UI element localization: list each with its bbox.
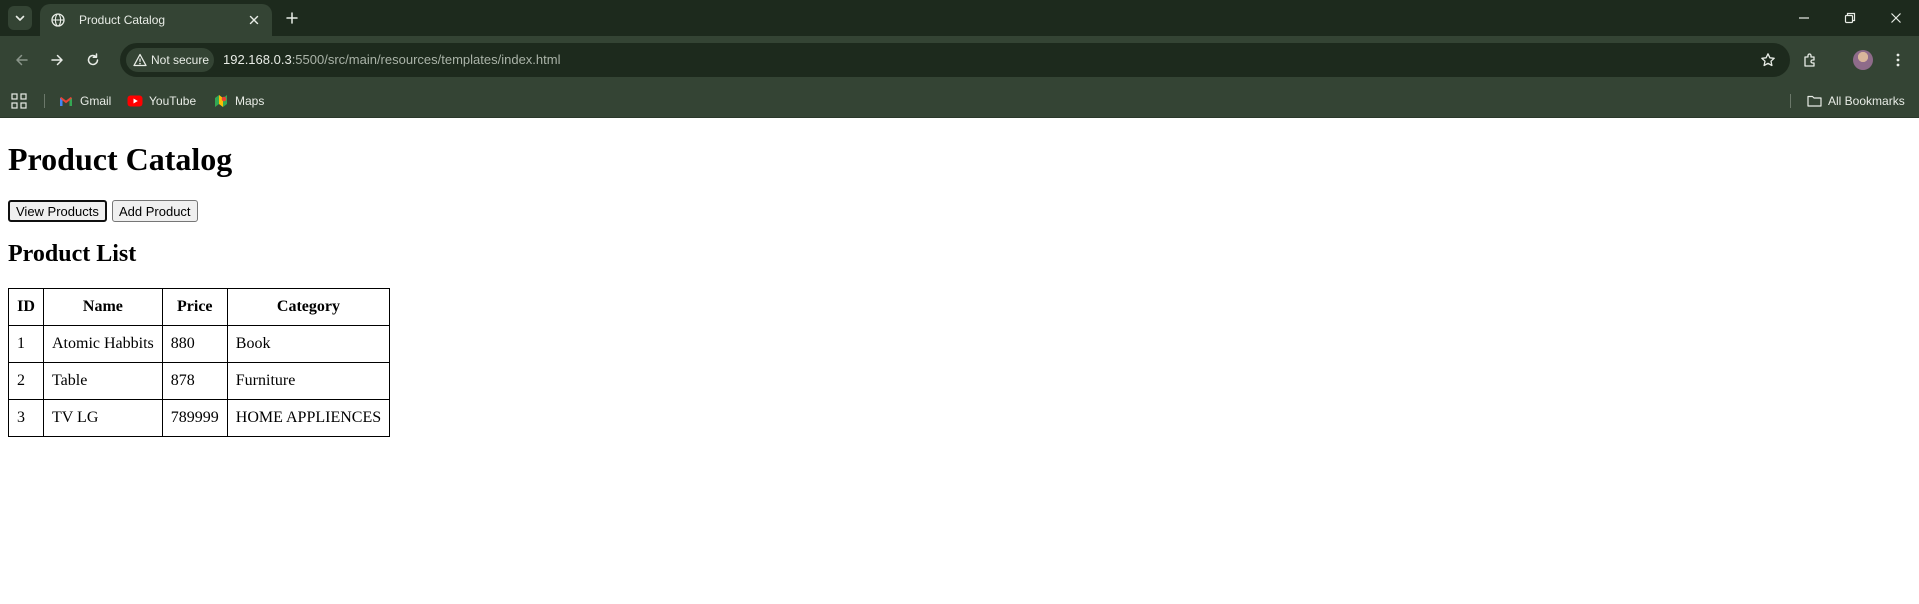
- bookmarks-separator: [1790, 94, 1791, 108]
- more-vertical-icon: [1896, 53, 1900, 67]
- minimize-icon: [1799, 17, 1809, 19]
- table-cell: 878: [161, 362, 228, 400]
- column-header: ID: [8, 288, 44, 326]
- back-button[interactable]: [10, 48, 34, 72]
- browser-menu-button[interactable]: [1886, 48, 1910, 72]
- table-row: 3 TV LG 789999 HOME APPLIENCES: [8, 399, 391, 437]
- bookmark-maps[interactable]: Maps: [213, 89, 264, 113]
- bookmark-youtube[interactable]: YouTube: [127, 89, 196, 113]
- profile-avatar[interactable]: [1853, 50, 1873, 70]
- column-header: Price: [161, 288, 228, 326]
- table-cell: 3: [8, 399, 44, 437]
- chevron-down-icon: [15, 15, 25, 21]
- page-title: Product Catalog: [8, 141, 233, 177]
- table-cell: Furniture: [226, 362, 391, 400]
- security-chip[interactable]: Not secure: [126, 48, 214, 72]
- warning-icon: [133, 53, 147, 67]
- reload-button[interactable]: [81, 48, 105, 72]
- youtube-icon: [127, 93, 143, 109]
- table-row: 2 Table 878 Furniture: [8, 362, 391, 400]
- bookmarks-separator: [44, 94, 45, 108]
- product-table: ID Name Price Category 1 Atomic Habbits …: [8, 288, 391, 437]
- view-products-button[interactable]: View Products: [8, 200, 107, 222]
- new-tab-button[interactable]: [280, 6, 304, 30]
- table-row: 1 Atomic Habbits 880 Book: [8, 325, 391, 363]
- bookmark-gmail[interactable]: Gmail: [58, 89, 111, 113]
- star-icon: [1761, 53, 1775, 67]
- column-header: Category: [226, 288, 391, 326]
- url-path: :5500/src/main/resources/templates/index…: [291, 52, 561, 67]
- tab-product-catalog[interactable]: Product Catalog: [40, 4, 272, 36]
- tab-title: Product Catalog: [79, 13, 166, 27]
- table-cell: HOME APPLIENCES: [226, 399, 391, 437]
- url-host: 192.168.0.3: [223, 52, 292, 67]
- extensions-button[interactable]: [1798, 48, 1822, 72]
- arrow-right-icon: [51, 54, 63, 66]
- page-content: Product Catalog View Products Add Produc…: [0, 119, 1919, 604]
- bookmarks-bar: Gmail YouTube Maps All Bookmarks: [0, 84, 1919, 118]
- table-cell: 2: [8, 362, 44, 400]
- bookmark-star-button[interactable]: [1756, 48, 1780, 72]
- bookmark-label: YouTube: [149, 94, 197, 108]
- bookmark-label: Gmail: [80, 94, 112, 108]
- close-icon: [1891, 13, 1901, 23]
- restore-button[interactable]: [1827, 0, 1873, 36]
- plus-icon: [286, 12, 298, 24]
- apps-grid-icon[interactable]: [11, 93, 27, 109]
- table-header-row: ID Name Price Category: [8, 288, 391, 326]
- table-cell: TV LG: [43, 399, 163, 437]
- bookmark-label: Maps: [235, 94, 265, 108]
- browser-toolbar: Not secure 192.168.0.3:5500/src/main/res…: [0, 36, 1919, 84]
- table-cell: Book: [226, 325, 391, 363]
- security-label: Not secure: [151, 53, 210, 67]
- restore-icon: [1844, 12, 1856, 24]
- section-title: Product List: [8, 241, 137, 267]
- column-header: Name: [43, 288, 163, 326]
- forward-button[interactable]: [45, 48, 69, 72]
- reload-icon: [87, 53, 99, 66]
- globe-icon: [50, 12, 66, 28]
- tab-search-button[interactable]: [8, 6, 32, 30]
- address-bar[interactable]: Not secure 192.168.0.3:5500/src/main/res…: [120, 43, 1790, 77]
- table-cell: 880: [161, 325, 228, 363]
- close-icon[interactable]: [246, 12, 262, 28]
- table-cell: Atomic Habbits: [43, 325, 163, 363]
- add-product-button[interactable]: Add Product: [112, 200, 198, 222]
- table-cell: 1: [8, 325, 44, 363]
- table-cell: Table: [43, 362, 163, 400]
- maps-icon: [213, 93, 229, 109]
- url-text[interactable]: 192.168.0.3:5500/src/main/resources/temp…: [223, 52, 560, 67]
- window-close-button[interactable]: [1873, 0, 1919, 36]
- minimize-button[interactable]: [1781, 0, 1827, 36]
- all-bookmarks-button[interactable]: All Bookmarks: [1806, 89, 1905, 113]
- arrow-left-icon: [16, 54, 28, 66]
- all-bookmarks-label: All Bookmarks: [1828, 94, 1905, 108]
- puzzle-icon: [1804, 53, 1815, 67]
- gmail-icon: [58, 93, 74, 109]
- folder-icon: [1806, 93, 1822, 109]
- table-cell: 789999: [161, 399, 228, 437]
- browser-titlebar: Product Catalog: [0, 0, 1919, 36]
